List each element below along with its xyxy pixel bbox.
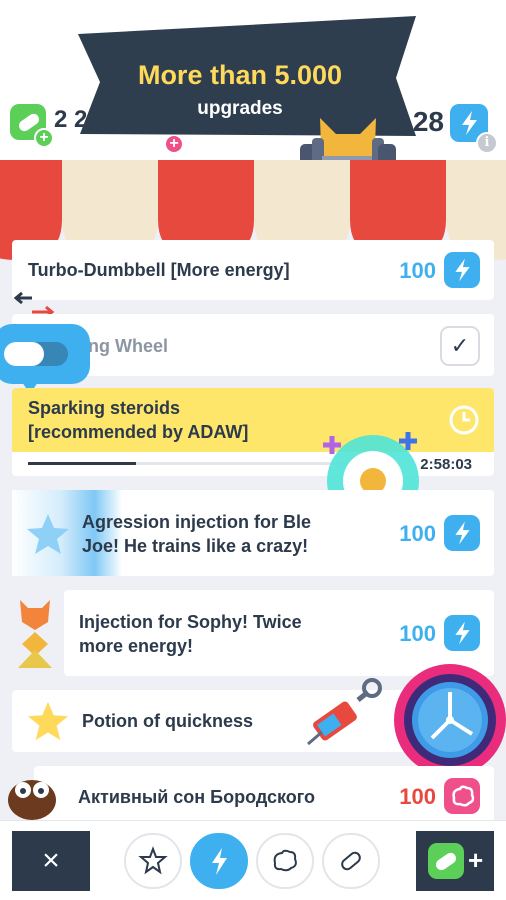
item-price: 100 [399,621,436,646]
bolt-icon [212,848,227,875]
brain-icon [273,849,297,872]
item-label-line2: more energy! [79,636,194,656]
item-label-line1: Sparking steroids [28,398,181,418]
bottom-nav: × + [0,820,506,900]
info-icon[interactable]: i [476,132,498,154]
plus-icon: + [468,845,484,875]
item-label-line2: [recommended by ADAW] [28,422,249,442]
close-button[interactable]: × [12,831,90,891]
star-icon [26,700,70,742]
buy-with-brains-button[interactable] [444,778,480,814]
tab-brains[interactable] [256,833,314,889]
promo-title: More than 5.000 [137,60,343,90]
shop-item-turbo-dumbbell[interactable]: Turbo-Dumbbell [More energy] 100 [12,240,494,300]
owl-character-icon [6,770,58,820]
item-price: 100 [399,258,436,283]
progress-fill [28,462,136,465]
add-pills-icon[interactable]: + [34,128,54,148]
tab-pills[interactable] [322,833,380,889]
pill-icon [341,851,361,871]
buy-pills-button[interactable]: + [416,831,494,891]
item-label: Активный сон Бородского [78,787,316,807]
shop-item-aggression-injection[interactable]: Agression injection for Ble Joe! He trai… [12,490,494,576]
clock-icon [448,404,480,436]
tab-stars[interactable] [124,833,182,889]
star-icon [26,512,70,556]
item-timer: 2:58:03 [420,456,472,473]
syringe-icon [298,676,388,756]
item-price: 100 [399,784,436,809]
pill-icon [428,843,464,879]
item-label: ng Wheel [88,336,168,356]
item-label: Potion of quickness [82,711,254,731]
item-price: 100 [399,521,436,546]
item-label: Turbo-Dumbbell [More energy] [28,260,290,280]
tab-energy[interactable] [190,833,248,889]
fox-character-icon [12,598,58,670]
buy-with-energy-button[interactable] [444,515,480,551]
shop-item-active-sleep[interactable]: Активный сон Бородского 100 [34,766,494,828]
star-icon [138,846,168,875]
purchased-checkbox: ✓ [440,326,480,366]
toggle-switch[interactable] [0,324,90,394]
timer-ring-icon[interactable] [392,662,506,778]
buy-with-energy-button[interactable] [444,252,480,288]
pill-currency-icon[interactable]: + [10,104,54,148]
item-label-line1: Injection for Sophy! Twice [79,612,302,632]
buy-with-energy-button[interactable] [444,615,480,651]
item-label-line1: Agression injection for Ble [82,512,312,532]
item-label-line2: Joe! He trains like a crazy! [82,536,309,556]
